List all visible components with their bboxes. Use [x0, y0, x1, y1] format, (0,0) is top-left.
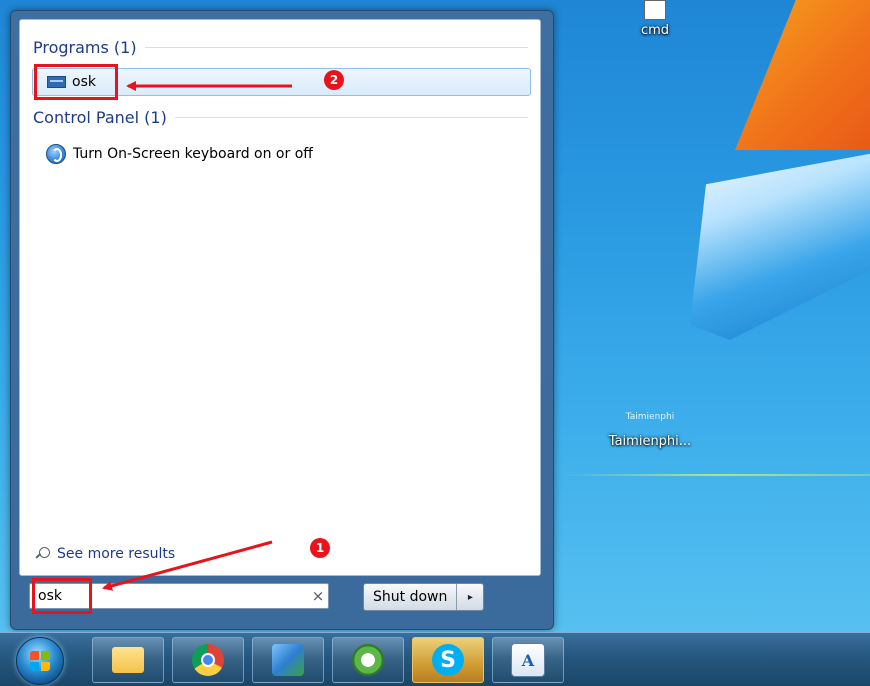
desktop-icon-logo-text: Taimienphi [625, 412, 675, 422]
start-menu: Programs (1) osk Control Panel (1) Turn … [10, 10, 554, 630]
shutdown-button[interactable]: Shut down [364, 584, 458, 610]
taskbar-button-chrome[interactable] [172, 637, 244, 683]
control-panel-result-label: Turn On-Screen keyboard on or off [73, 146, 313, 162]
shortcut-icon [644, 0, 666, 20]
desktop-icon-label: Taimienphi... [608, 434, 692, 449]
taskbar-button-paint[interactable] [252, 637, 324, 683]
paint-icon [272, 644, 304, 676]
header-divider [144, 47, 528, 48]
coccoc-icon [352, 644, 384, 676]
programs-group-header[interactable]: Programs (1) [33, 38, 528, 57]
desktop-icon-label: cmd [640, 23, 670, 38]
step-badge-2: 2 [324, 70, 344, 90]
shutdown-options-arrow-icon[interactable]: ▸ [457, 584, 483, 610]
see-more-results-link[interactable]: See more results [36, 546, 175, 562]
taskbar-button-explorer[interactable] [92, 637, 164, 683]
wallpaper-wave [690, 150, 870, 340]
desktop-icon-taimienphi[interactable]: Taimienphi Taimienphi... [590, 412, 710, 449]
chrome-icon [192, 644, 224, 676]
wallpaper-line [560, 474, 870, 476]
taskbar-button-wordpad[interactable]: A [492, 637, 564, 683]
taskbar: S A [0, 632, 870, 686]
taskbar-button-skype[interactable]: S [412, 637, 484, 683]
ease-of-access-icon [46, 144, 66, 164]
see-more-label: See more results [57, 546, 176, 562]
programs-header-label: Programs (1) [33, 38, 137, 57]
shutdown-group: Shut down ▸ [363, 583, 485, 611]
highlight-box-search [32, 578, 92, 614]
control-panel-result-onscreen-keyboard[interactable]: Turn On-Screen keyboard on or off [46, 144, 313, 164]
wallpaper-shape [735, 0, 870, 150]
control-panel-group-header[interactable]: Control Panel (1) [33, 108, 528, 127]
skype-icon: S [432, 644, 464, 676]
clear-search-icon[interactable]: × [308, 587, 328, 605]
wordpad-icon: A [511, 643, 545, 677]
search-icon [36, 547, 50, 561]
start-button[interactable] [16, 637, 64, 685]
header-divider [174, 117, 528, 118]
highlight-box-program [34, 64, 118, 100]
desktop-icon-cmd[interactable]: cmd [615, 0, 695, 38]
search-results-pane: Programs (1) osk Control Panel (1) Turn … [19, 19, 541, 576]
folder-icon [112, 647, 144, 673]
taskbar-button-coccoc[interactable] [332, 637, 404, 683]
step-badge-1: 1 [310, 538, 330, 558]
control-panel-header-label: Control Panel (1) [33, 108, 167, 127]
